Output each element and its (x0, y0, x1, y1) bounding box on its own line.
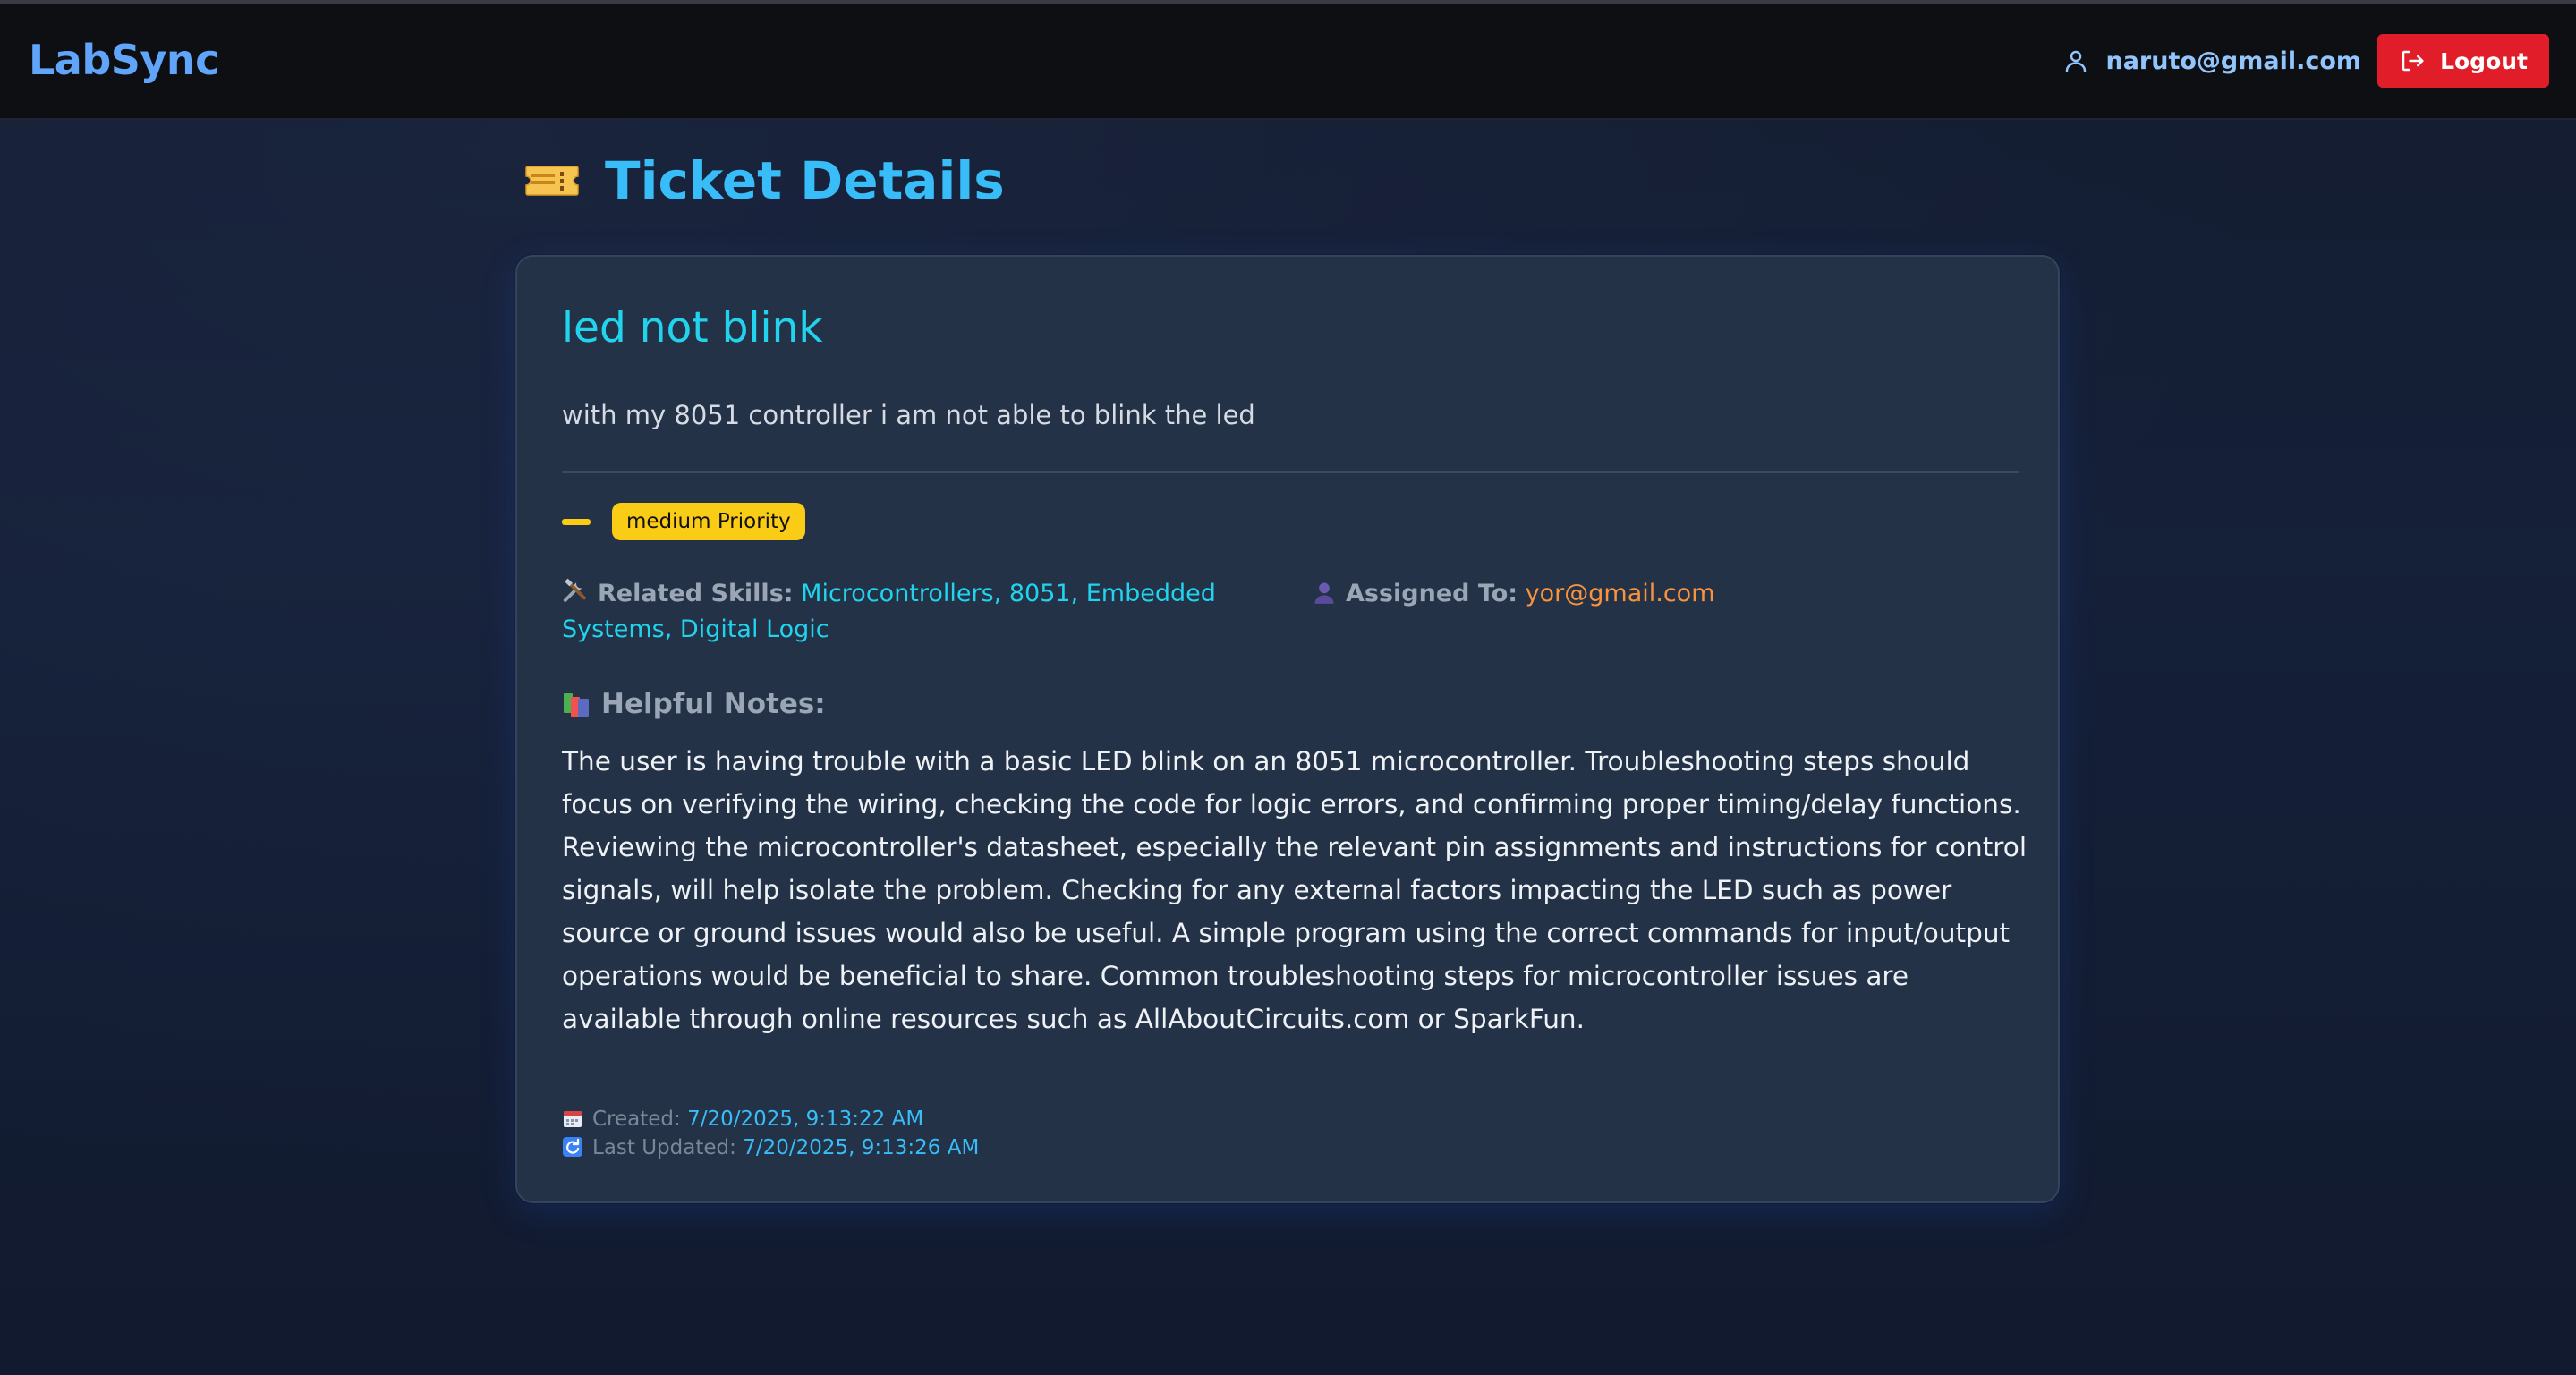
created-value: 7/20/2025, 9:13:22 AM (687, 1108, 924, 1131)
helpful-notes-heading: Helpful Notes: (562, 688, 826, 720)
assigned-to-label: Assigned To: (1346, 580, 1518, 607)
ticket-title: led not blink (562, 303, 823, 352)
person-icon (1314, 582, 1334, 604)
user-area: naruto@gmail.com Logout (2062, 34, 2549, 88)
related-skills: Related Skills: Microcontrollers, 8051, … (562, 576, 1269, 648)
tools-icon (563, 578, 586, 602)
user-icon (2066, 50, 2087, 72)
helpful-notes-label: Helpful Notes: (601, 688, 826, 720)
related-skills-label: Related Skills: (598, 580, 794, 607)
user-email: naruto@gmail.com (2105, 47, 2362, 75)
ticket-card: led not blink with my 8051 controller i … (515, 255, 2060, 1203)
brand-logo[interactable]: LabSync (29, 36, 219, 84)
assigned-to: Assigned To: yor@gmail.com (1312, 576, 1715, 612)
ticket-icon (525, 166, 579, 196)
updated-label: Last Updated: (592, 1136, 736, 1159)
created-label: Created: (592, 1108, 681, 1131)
updated-row: Last Updated: 7/20/2025, 9:13:26 AM (562, 1133, 979, 1162)
page: LabSync naruto@gmail.com Logout Ticket D… (0, 0, 2576, 1375)
ticket-meta: Created: 7/20/2025, 9:13:22 AM Last Upda… (562, 1105, 979, 1162)
page-header: Ticket Details (524, 150, 1005, 211)
ticket-description: with my 8051 controller i am not able to… (562, 400, 1255, 430)
helpful-notes-body: The user is having trouble with a basic … (562, 746, 2028, 1034)
logout-icon (2402, 50, 2424, 72)
logout-button[interactable]: Logout (2377, 34, 2549, 88)
books-icon (564, 693, 589, 717)
refresh-icon (563, 1137, 582, 1157)
updated-value: 7/20/2025, 9:13:26 AM (743, 1136, 980, 1159)
calendar-icon (564, 1111, 582, 1127)
navbar: LabSync naruto@gmail.com Logout (0, 4, 2576, 120)
page-title: Ticket Details (605, 150, 1005, 211)
logout-label: Logout (2440, 47, 2528, 74)
priority-row: medium Priority (562, 503, 805, 540)
assigned-to-value: yor@gmail.com (1525, 580, 1715, 607)
priority-badge: medium Priority (612, 503, 805, 540)
priority-indicator (562, 518, 591, 525)
divider (562, 471, 2019, 473)
created-row: Created: 7/20/2025, 9:13:22 AM (562, 1105, 979, 1133)
